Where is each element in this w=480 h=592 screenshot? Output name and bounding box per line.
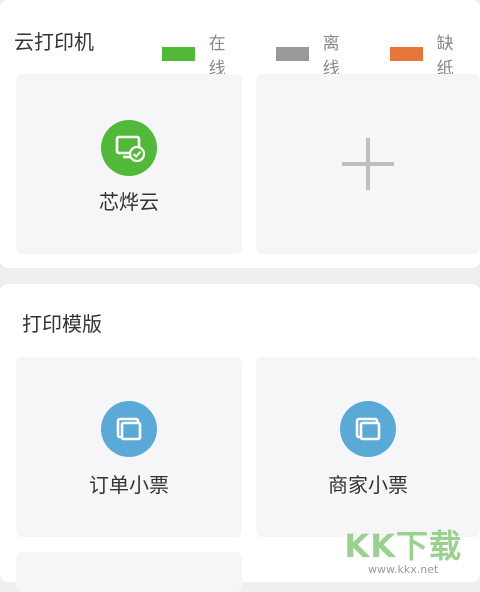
- template-icon: [101, 401, 157, 457]
- legend-online-swatch: [162, 47, 195, 61]
- legend-paper-out: 缺纸: [390, 29, 463, 79]
- cloud-printers-title: 云打印机: [14, 30, 94, 54]
- print-templates-title: 打印模版: [22, 312, 102, 336]
- cloud-printers-card: 云打印机 在线 离线 缺纸 芯烨云: [0, 0, 480, 268]
- legend-online: 在线: [162, 29, 235, 79]
- watermark: KK下载 www.kkx.net: [344, 529, 462, 576]
- template-tile-partial[interactable]: [16, 552, 242, 592]
- template-tile-merchant-receipt[interactable]: 商家小票: [256, 357, 480, 537]
- printer-name: 芯烨云: [99, 190, 159, 214]
- printer-tile-xinye[interactable]: 芯烨云: [16, 74, 242, 254]
- plus-icon: [342, 138, 394, 190]
- template-name-merchant: 商家小票: [328, 473, 408, 497]
- add-printer-tile[interactable]: [256, 74, 480, 254]
- template-name-order: 订单小票: [89, 473, 169, 497]
- watermark-logo: KK下载: [344, 527, 462, 565]
- template-tile-order-receipt[interactable]: 订单小票: [16, 357, 242, 537]
- legend-offline-label: 离线: [322, 34, 340, 79]
- printer-online-icon: [101, 120, 157, 176]
- legend-online-label: 在线: [208, 34, 226, 79]
- legend-offline-swatch: [276, 47, 309, 61]
- legend-offline: 离线: [276, 29, 349, 79]
- template-icon: [340, 401, 396, 457]
- legend-paper-out-label: 缺纸: [436, 34, 454, 79]
- legend-paper-out-swatch: [390, 47, 423, 61]
